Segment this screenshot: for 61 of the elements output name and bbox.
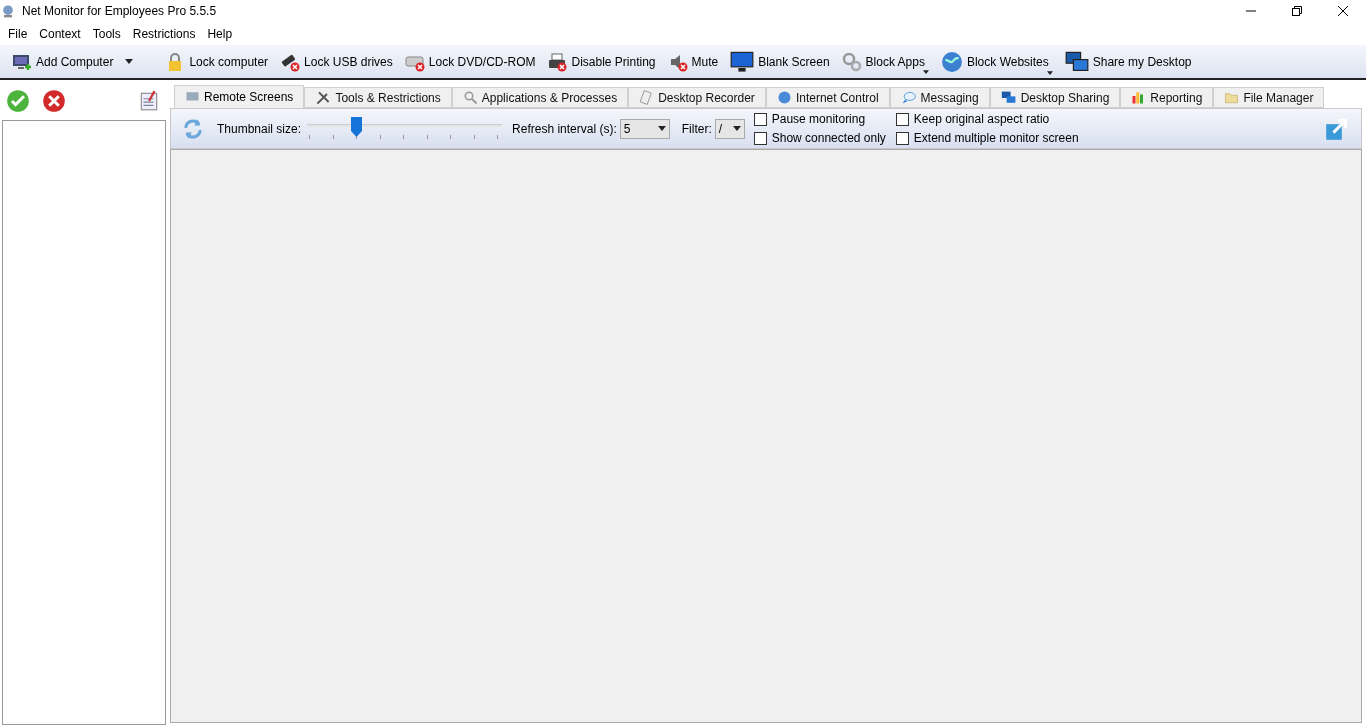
checkbox[interactable] [895,112,909,126]
checkbox-option[interactable]: Extend multiple monitor screen [895,130,1079,146]
slider-thumb[interactable] [351,116,363,137]
app-globe-icon [0,3,16,19]
checkbox-option[interactable]: Pause monitoring [753,111,886,127]
toolbar-button[interactable]: Mute [667,51,719,72]
thumbnail-size-label: Thumbnail size: [217,120,302,138]
refresh-icon [181,116,205,141]
window-title: Net Monitor for Employees Pro 5.5.5 [22,3,217,20]
tab[interactable]: Messaging [889,87,990,108]
refresh-interval-label: Refresh interval (s): [512,120,617,138]
caret-icon [125,59,134,64]
printer-icon [547,51,568,72]
menu-item[interactable]: Tools [86,24,127,43]
monitors-icon [1000,89,1017,106]
toolbar-button[interactable]: Lock DVD/CD-ROM [404,51,536,72]
checkbox[interactable] [753,131,767,145]
checkbox[interactable] [895,131,909,145]
checkbox-option[interactable]: Keep original aspect ratio [895,111,1079,127]
refresh-interval-dropdown[interactable]: 5 [619,118,670,139]
close-icon [1338,6,1348,16]
checkbox[interactable] [753,112,767,126]
monitors-icon [1064,49,1089,74]
caret-icon [732,126,741,131]
toolbar-button[interactable]: Lock computer [165,51,269,72]
speech-bubble-icon [900,89,917,106]
filter-dropdown[interactable]: / [714,118,745,139]
toolbar-button[interactable]: Lock USB drives [280,51,393,72]
tab[interactable]: Internet Control [765,87,890,108]
restore-icon [1292,6,1302,16]
toolbar-button[interactable]: Share my Desktop [1064,49,1192,74]
tab[interactable]: Reporting [1120,87,1214,108]
menu-item[interactable]: Help [201,24,239,43]
monitor-icon [730,49,755,74]
toolbar-button[interactable]: Disable Printing [547,51,656,72]
filter-label: Filter: [681,120,712,138]
menu-item[interactable]: Restrictions [126,24,202,43]
toolbar-button[interactable]: Block Apps [841,51,929,72]
magnifier-icon [462,90,478,105]
menu-item[interactable]: File [2,24,34,43]
cross-icon [42,89,66,113]
tab[interactable]: Tools & Restrictions [304,87,452,108]
tab[interactable]: Remote Screens [174,85,305,108]
menu-item[interactable]: Context [33,24,87,43]
toolbar-button[interactable]: Blank Screen [730,49,830,74]
folder-icon [1224,90,1240,105]
gears-icon [841,51,862,72]
check-icon [6,89,30,113]
caret-icon [657,126,666,131]
tab[interactable]: Applications & Processes [451,87,629,108]
thumbnail-slider[interactable] [307,116,503,141]
checklist-icon [138,90,160,112]
toolbar-button[interactable]: Add Computer [12,51,134,72]
tab[interactable]: Desktop Recorder [628,87,766,108]
tab[interactable]: Desktop Sharing [989,87,1121,108]
tab[interactable]: File Manager [1213,87,1325,108]
toolbar-button[interactable]: Block Websites [940,50,1053,73]
export-arrow-icon [1325,116,1349,141]
caret-icon [1046,70,1053,75]
checkbox-option[interactable]: Show connected only [753,130,886,146]
caret-icon [922,69,929,74]
